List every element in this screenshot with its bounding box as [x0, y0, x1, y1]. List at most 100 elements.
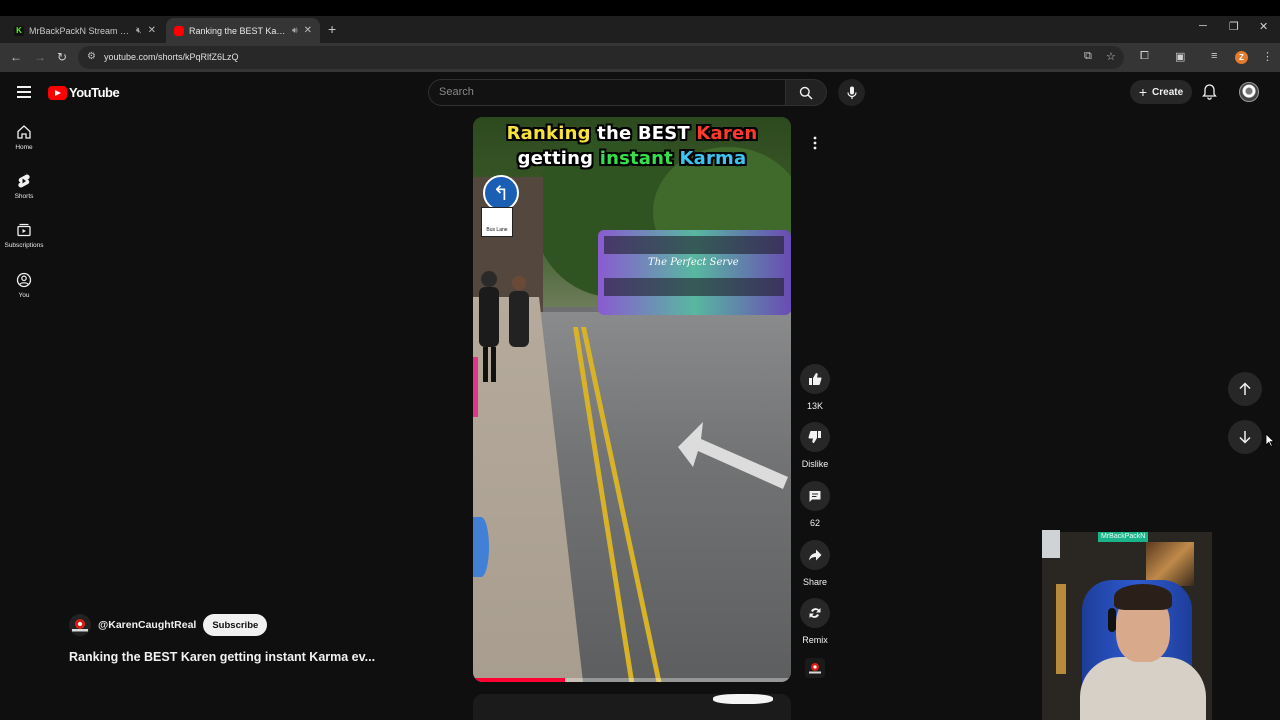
progress-fill — [473, 678, 566, 682]
sidebar-item-subscriptions[interactable]: Subscriptions — [0, 222, 48, 266]
site-info-icon[interactable]: ⚙︎ — [87, 51, 96, 62]
kick-favicon-icon: K — [14, 25, 24, 36]
voice-search-button[interactable] — [838, 79, 865, 106]
browser-tab-stream[interactable]: K MrBackPackN Stream - Watch 🔇︎ ✕ — [6, 18, 164, 43]
video-pedestrians — [479, 271, 529, 382]
remix-label: Remix — [802, 635, 828, 645]
more-options-button[interactable] — [803, 131, 827, 155]
create-button[interactable]: + Create — [1130, 80, 1192, 104]
channel-handle[interactable]: @KarenCaughtReal — [98, 619, 196, 631]
media-control-icon[interactable]: ≡ — [1211, 50, 1217, 62]
microphone-icon — [846, 86, 857, 99]
channel-row: @KarenCaughtReal Subscribe — [69, 614, 268, 636]
browser-tab-short[interactable]: Ranking the BEST Karen getting instant K… — [166, 18, 320, 43]
sidebar-item-you[interactable]: You — [0, 272, 48, 316]
browser-profile-avatar[interactable]: Z — [1235, 51, 1248, 64]
sidebar-item-label: Subscriptions — [4, 242, 44, 249]
youtube-header: YouTube + Create — [0, 72, 1280, 116]
close-window-icon[interactable]: ✕ — [1259, 20, 1268, 33]
account-avatar[interactable] — [1239, 82, 1259, 102]
streamer-hair — [1114, 584, 1172, 610]
short-title[interactable]: Ranking the BEST Karen getting instant K… — [69, 650, 375, 664]
sidebar-item-shorts[interactable]: Shorts — [0, 173, 48, 217]
tab-close-icon[interactable]: ✕ — [148, 25, 156, 36]
install-app-icon[interactable]: ⧉ — [1084, 50, 1092, 63]
comments-button[interactable]: 62 — [797, 481, 833, 528]
dislike-button[interactable]: Dislike — [797, 422, 833, 469]
you-icon — [16, 272, 32, 288]
bookmark-star-icon[interactable]: ☆ — [1106, 50, 1116, 63]
tab-audio-icon[interactable]: 🔊︎ — [292, 25, 298, 36]
reload-icon[interactable]: ↻ — [57, 50, 67, 64]
sidebar-item-label: Home — [15, 144, 33, 151]
streamer-body — [1080, 657, 1206, 720]
headset-icon — [1108, 608, 1116, 632]
wall-picture — [1042, 530, 1060, 558]
thumbs-up-icon — [809, 373, 822, 385]
road-sign-turn-left-icon: ↰ — [483, 175, 519, 211]
new-tab-icon[interactable]: + — [328, 21, 336, 37]
url-text: youtube.com/shorts/kPqRlfZ6LzQ — [104, 52, 239, 62]
tab-muted-icon[interactable]: 🔇︎ — [136, 25, 142, 36]
forward-icon[interactable]: → — [34, 50, 46, 64]
thumbs-down-icon — [808, 431, 821, 443]
bus-brand-text: The Perfect Serve — [648, 257, 739, 268]
share-label: Share — [802, 577, 828, 587]
channel-thumbnail-button[interactable] — [805, 658, 825, 678]
tab-close-icon[interactable]: ✕ — [304, 25, 312, 36]
channel-logo-icon — [809, 663, 821, 674]
next-short-preview[interactable] — [473, 694, 791, 720]
overlay-title-line-2: getting instant Karma — [517, 148, 747, 169]
short-video-player[interactable]: The Perfect Serve ↰ Bus Lane Ranking the… — [473, 117, 791, 682]
extensions-icon[interactable]: ⧠ — [1140, 50, 1149, 63]
search-button[interactable] — [786, 79, 827, 106]
share-button[interactable]: Share — [797, 540, 833, 587]
browser-toolbar: ← → ↻ ⚙︎ youtube.com/shorts/kPqRlfZ6LzQ … — [0, 43, 1280, 72]
mouse-cursor-icon — [1265, 433, 1275, 447]
search-input[interactable] — [439, 86, 769, 98]
like-count: 13K — [806, 401, 823, 411]
subscribe-button[interactable]: Subscribe — [203, 614, 268, 636]
notifications-bell-icon[interactable] — [1202, 84, 1217, 105]
video-overlay-title: Ranking the BEST Karen getting instant K… — [473, 121, 791, 171]
streamer-webcam-overlay: MrBackPackN — [1042, 522, 1212, 720]
arrow-up-icon — [1239, 382, 1251, 395]
youtube-logo[interactable]: YouTube — [48, 85, 120, 100]
comment-count: 62 — [809, 518, 820, 528]
screen-top-strip — [0, 0, 1280, 16]
road-arrow-marking — [678, 422, 788, 489]
back-icon[interactable]: ← — [10, 50, 22, 64]
overlay-title-line-1: Ranking the BEST Karen — [506, 123, 758, 144]
dislike-label: Dislike — [801, 459, 829, 469]
webcam-name-tag: MrBackPackN — [1098, 532, 1149, 542]
tab-title: Ranking the BEST Karen getting instant K… — [189, 25, 288, 36]
sidebar-item-label: You — [18, 292, 30, 299]
remix-icon — [809, 608, 821, 618]
video-progress-bar[interactable] — [473, 678, 791, 682]
side-panel-icon[interactable]: ▣ — [1175, 50, 1185, 63]
search-icon — [799, 86, 813, 100]
more-vertical-icon — [813, 136, 817, 150]
browser-menu-icon[interactable]: ⋮ — [1262, 50, 1273, 63]
browser-tab-bar: K MrBackPackN Stream - Watch 🔇︎ ✕ Rankin… — [0, 16, 1280, 43]
channel-avatar[interactable] — [69, 614, 91, 636]
next-short-button[interactable] — [1228, 420, 1262, 454]
plus-icon: + — [1138, 84, 1148, 100]
search-box — [428, 79, 786, 106]
guide-menu-icon[interactable] — [17, 86, 31, 98]
address-bar[interactable]: ⚙︎ youtube.com/shorts/kPqRlfZ6LzQ ⧉ ☆ — [78, 46, 1124, 69]
subscriptions-icon — [17, 223, 31, 237]
like-button[interactable]: 13K — [797, 364, 833, 411]
remix-button[interactable]: Remix — [797, 598, 833, 645]
share-icon — [809, 549, 822, 561]
maximize-icon[interactable]: ❐ — [1229, 20, 1239, 33]
sidebar-item-home[interactable]: Home — [0, 124, 48, 168]
youtube-play-icon — [48, 85, 67, 100]
video-object — [473, 517, 489, 577]
sidebar-item-label: Shorts — [14, 193, 34, 200]
previous-short-button[interactable] — [1228, 372, 1262, 406]
arrow-down-icon — [1239, 431, 1251, 444]
tab-title: MrBackPackN Stream - Watch — [29, 25, 132, 36]
video-bus: The Perfect Serve — [598, 230, 791, 315]
minimize-icon[interactable]: ─ — [1199, 20, 1207, 32]
